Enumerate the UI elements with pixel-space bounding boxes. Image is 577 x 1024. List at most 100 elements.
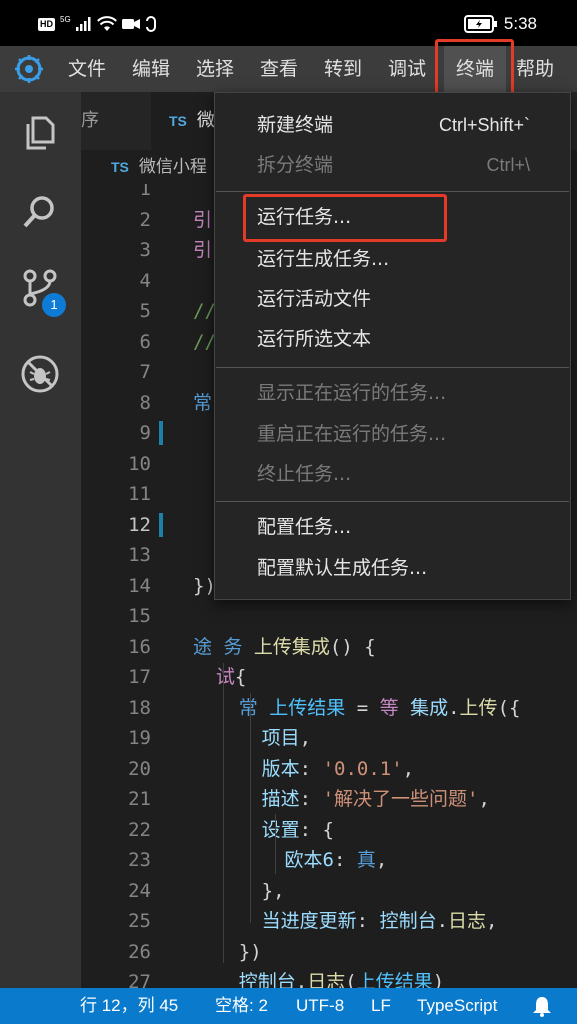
typescript-file-icon: TS: [111, 159, 129, 175]
line-number: 3: [139, 239, 151, 261]
line-number: 4: [139, 269, 151, 292]
menu-item-label: 新建终端: [257, 114, 334, 136]
code-line[interactable]: 19 项目,: [81, 723, 577, 753]
code-text: 引: [193, 239, 213, 261]
menu-item-label: 配置任务...: [257, 516, 352, 538]
encoding[interactable]: UTF-8: [296, 988, 344, 1024]
breadcrumb-label: 微信小程: [138, 157, 207, 177]
menu-item-shortcut: Ctrl+\: [486, 155, 530, 175]
line-ending[interactable]: LF: [371, 988, 391, 1024]
wifi-icon: [96, 16, 117, 31]
code-text: 试{: [215, 666, 247, 688]
menu-item-terminate-task: 终止任务...: [215, 454, 570, 494]
menu-edit[interactable]: 编辑: [132, 46, 170, 92]
menu-debug[interactable]: 调试: [388, 46, 426, 92]
menu-item-shortcut: Ctrl+Shift+`: [438, 115, 530, 135]
menu-item-label: 配置默认生成任务...: [257, 557, 428, 579]
code-line[interactable]: 17 试{: [81, 662, 577, 692]
line-number: 7: [139, 361, 151, 383]
code-line[interactable]: 23 欧本6: 真,: [81, 845, 577, 875]
menu-selection[interactable]: 选择: [196, 46, 234, 92]
menu-item-label: 显示正在运行的任务...: [257, 382, 447, 404]
code-text: 设置: {: [261, 818, 334, 841]
code-line[interactable]: 24 },: [81, 876, 577, 906]
code-text: 版本: '0.0.1',: [261, 757, 415, 780]
status-left-icons: HD 5G: [38, 15, 157, 32]
menu-item-new-terminal[interactable]: 新建终端 Ctrl+Shift+`: [215, 105, 570, 145]
code-line[interactable]: 22 设置: {: [81, 815, 577, 845]
sync-icon: [145, 16, 156, 32]
menu-item-label: 运行所选文本: [257, 328, 372, 350]
menu-item-label: 运行活动文件: [257, 288, 372, 310]
code-text: 引: [193, 208, 213, 231]
code-text: 控制台.日志(上传结果): [238, 971, 445, 988]
camera-icon: [121, 19, 140, 29]
explorer-icon[interactable]: [20, 112, 60, 152]
menu-item-show-running-tasks: 显示正在运行的任务...: [215, 373, 570, 413]
search-icon[interactable]: [20, 192, 60, 232]
indent-guide: [223, 663, 224, 963]
signal-icon: [75, 17, 91, 31]
code-line[interactable]: 26 }): [81, 937, 577, 967]
modified-line-marker: [159, 421, 163, 445]
menu-item-configure-tasks[interactable]: 配置任务...: [215, 507, 570, 547]
line-number: 17: [128, 666, 151, 688]
line-number: 15: [128, 605, 151, 627]
line-number: 20: [128, 757, 151, 780]
code-line[interactable]: 16 途 务 上传集成() {: [81, 632, 577, 662]
clock: 5:38: [503, 14, 537, 33]
line-number: 11: [128, 483, 151, 505]
menu-help[interactable]: 帮助: [516, 46, 554, 92]
menu-view[interactable]: 查看: [260, 46, 298, 92]
code-text: 描述: '解决了一些问题',: [261, 788, 490, 810]
tab-partial[interactable]: 序: [81, 92, 151, 150]
line-number: 22: [128, 818, 151, 841]
code-text: 项目,: [261, 727, 312, 749]
line-number: 23: [128, 849, 151, 871]
indentation[interactable]: 空格: 2: [215, 988, 268, 1024]
menu-item-configure-default-build-task[interactable]: 配置默认生成任务...: [215, 548, 570, 588]
line-number: 19: [128, 727, 151, 749]
code-line[interactable]: 15: [81, 601, 577, 631]
menu-go[interactable]: 转到: [324, 46, 362, 92]
code-text: 途 务 上传集成() {: [193, 635, 376, 658]
run-task-highlight: [243, 194, 447, 242]
terminal-menu-highlight: [435, 39, 514, 97]
vscode-logo-icon[interactable]: [15, 55, 43, 83]
menu-item-run-selected-text[interactable]: 运行所选文本: [215, 319, 570, 359]
line-number: 8: [139, 391, 151, 414]
code-line[interactable]: 18 常 上传结果 = 等 集成.上传({: [81, 693, 577, 723]
terminal-dropdown-menu: 新建终端 Ctrl+Shift+` 拆分终端 Ctrl+\ 运行任务... 运行生成任务.…: [214, 92, 571, 600]
code-line[interactable]: 27 控制台.日志(上传结果): [81, 967, 577, 988]
menu-item-split-terminal: 拆分终端 Ctrl+\: [215, 145, 570, 185]
code-line[interactable]: 25 当进度更新: 控制台.日志,: [81, 906, 577, 936]
line-number: 14: [128, 574, 151, 597]
menu-separator: [216, 191, 569, 192]
debug-icon[interactable]: [20, 354, 60, 394]
cursor-position[interactable]: 行 12，列 45: [80, 988, 178, 1024]
line-number: 13: [128, 544, 151, 566]
language-mode[interactable]: TypeScript: [417, 988, 497, 1024]
menu-item-run-active-file[interactable]: 运行活动文件: [215, 279, 570, 319]
line-number: 2: [139, 208, 151, 231]
line-number: 6: [139, 330, 151, 353]
line-number: 24: [128, 879, 151, 902]
menu-file[interactable]: 文件: [68, 46, 106, 92]
tab-active-label: 微: [196, 110, 215, 131]
code-line[interactable]: 21 描述: '解决了一些问题',: [81, 784, 577, 814]
line-number: 10: [128, 452, 151, 475]
menu-item-label: 运行生成任务...: [257, 248, 390, 270]
menu-item-run-build-task[interactable]: 运行生成任务...: [215, 239, 570, 279]
code-text: },: [261, 879, 285, 902]
menu-item-restart-running-task: 重启正在运行的任务...: [215, 414, 570, 454]
line-number: 21: [128, 788, 151, 810]
code-text: }): [238, 940, 262, 963]
source-control-badge: 1: [42, 293, 66, 317]
notification-bell-icon[interactable]: [531, 995, 553, 1017]
line-number: 16: [128, 635, 151, 658]
code-text: }): [193, 574, 216, 597]
code-text: 常 上传结果 = 等 集成.上传({: [238, 696, 521, 719]
code-text: 常: [193, 391, 213, 414]
code-line[interactable]: 20 版本: '0.0.1',: [81, 754, 577, 784]
indent-guide: [275, 814, 276, 874]
